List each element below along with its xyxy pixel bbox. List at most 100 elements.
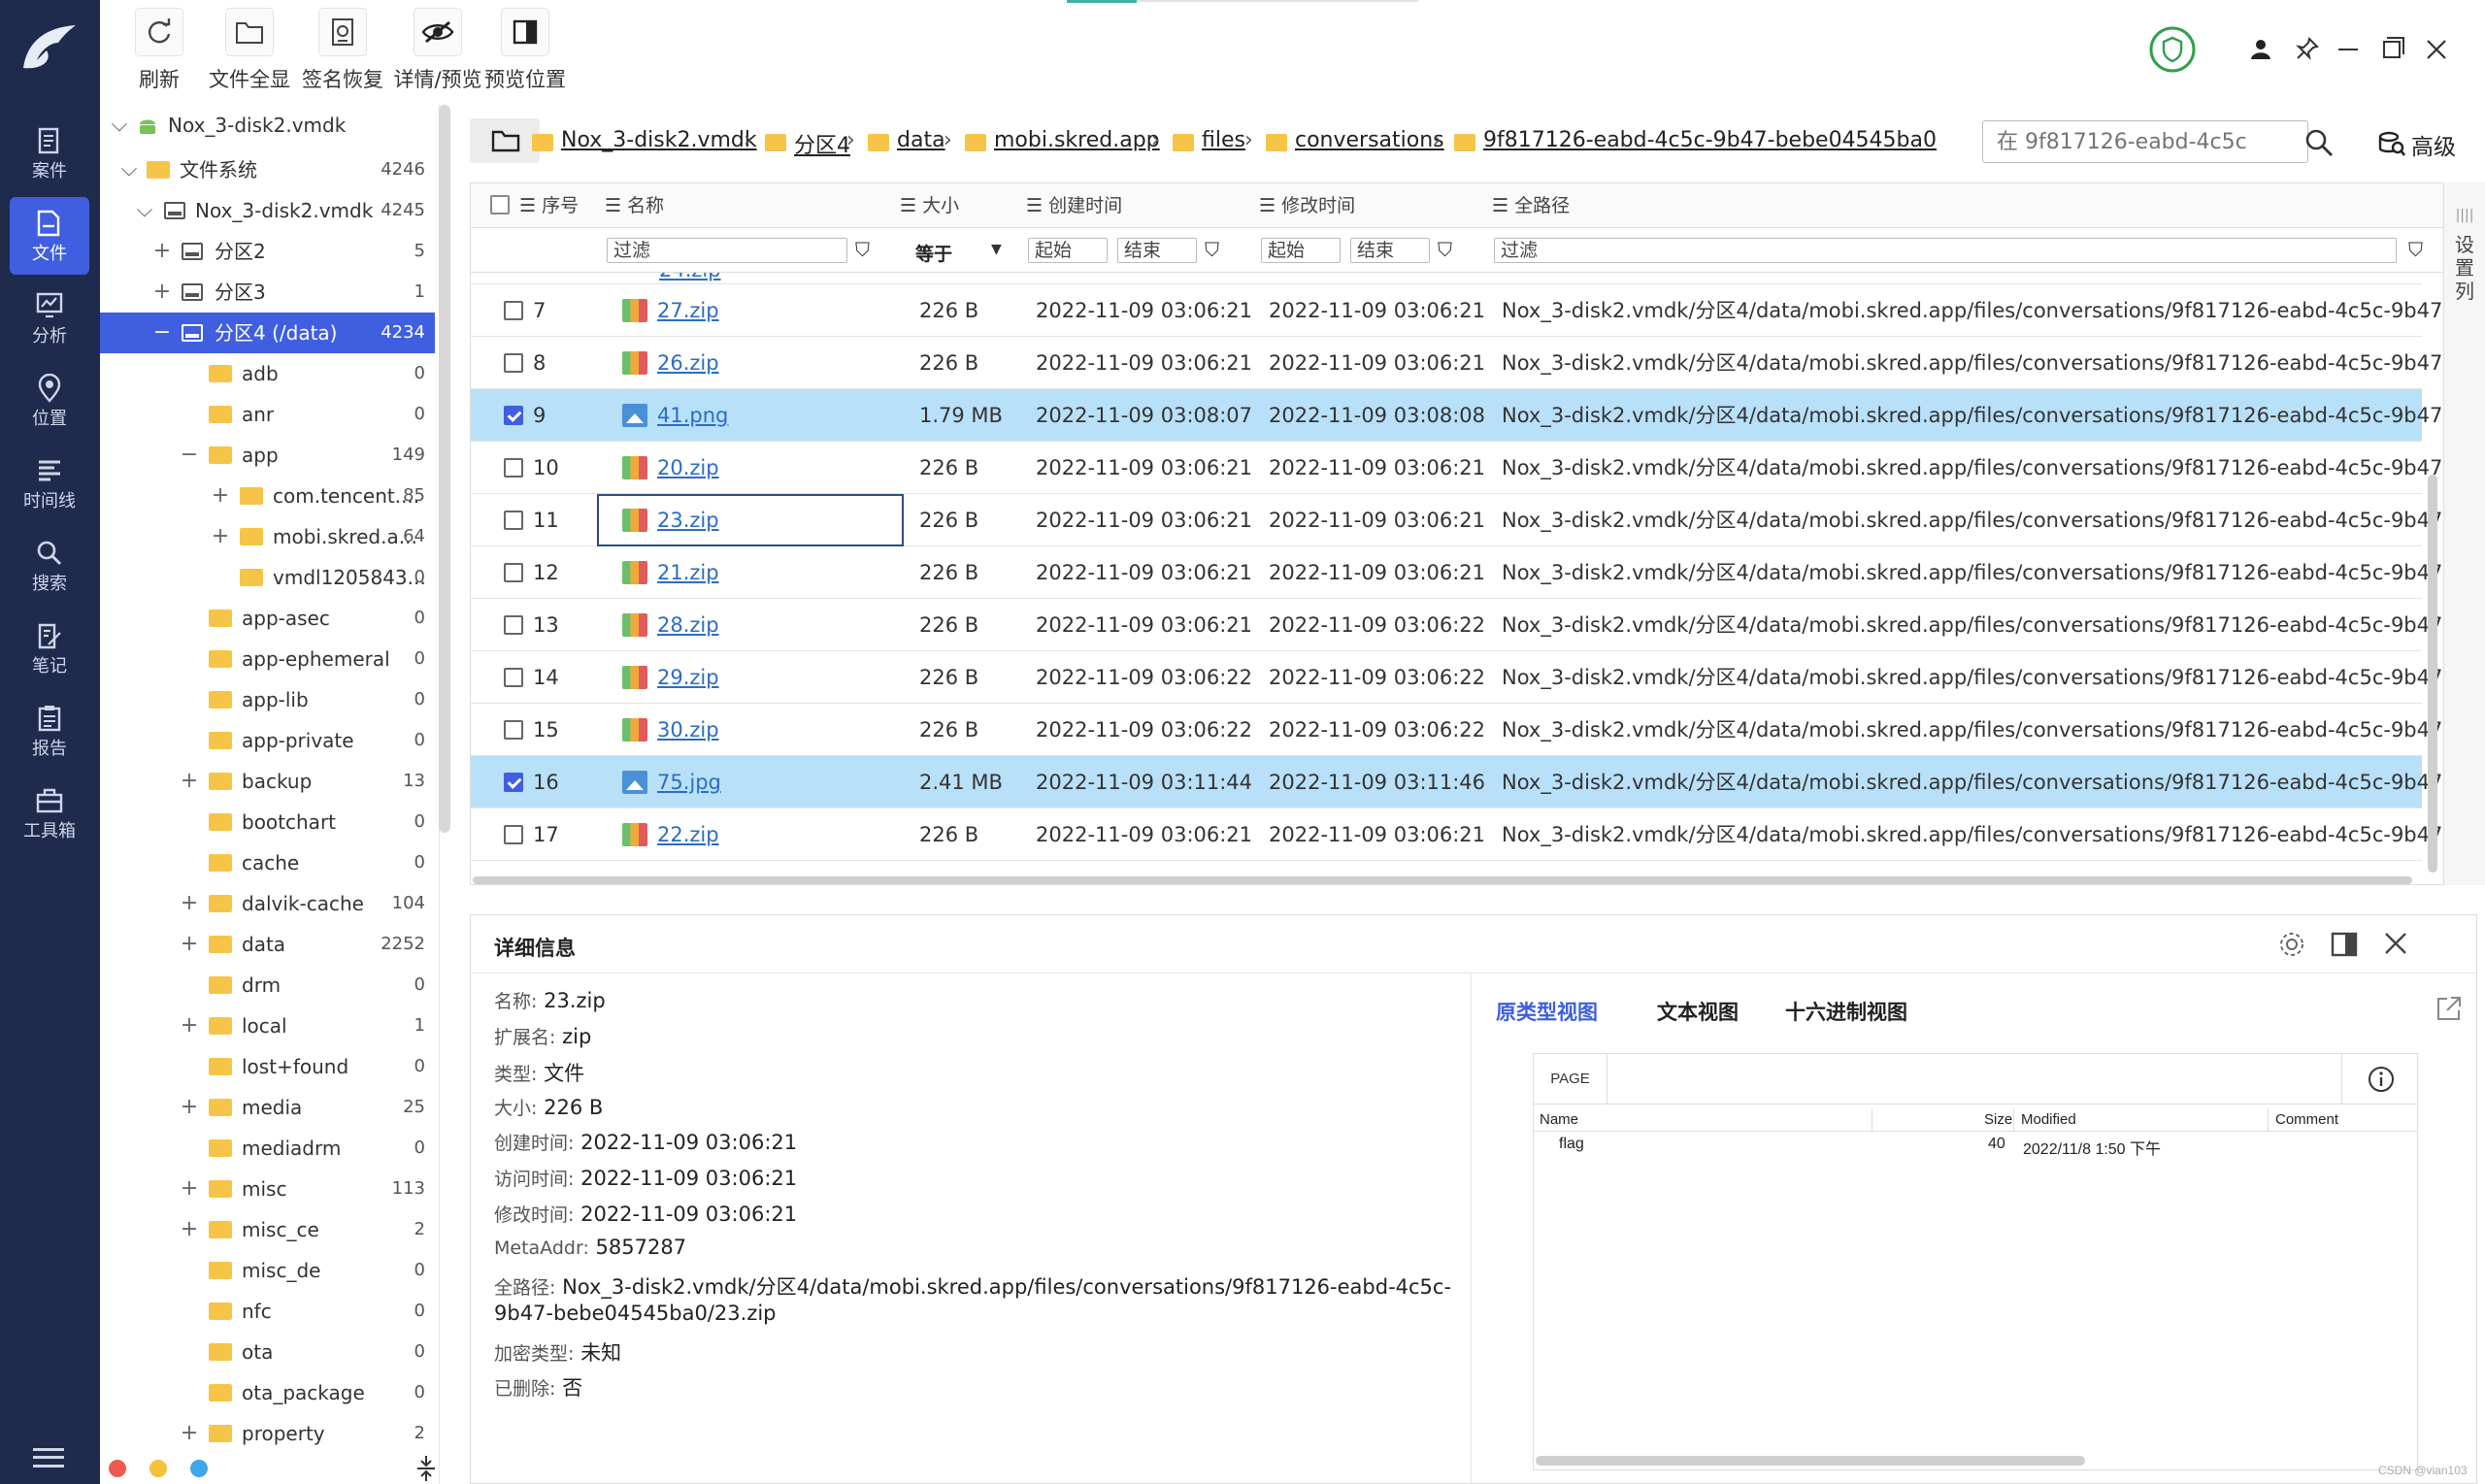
tree-folder[interactable]: adb 0 (100, 353, 435, 394)
filter-icon[interactable]: ⛉ (855, 238, 870, 261)
tree-folder[interactable]: + com.tencent.... 85 (100, 476, 435, 516)
expand-icon[interactable]: + (180, 883, 199, 924)
tree-folder[interactable]: nfc 0 (100, 1291, 435, 1332)
page-button[interactable]: PAGE (1534, 1054, 1607, 1105)
size-operator-select[interactable]: 等于 (915, 240, 952, 266)
expand-icon[interactable]: + (152, 272, 172, 313)
table-row[interactable]: 12 21.zip 226 B 2022-11-09 03:06:21 2022-11-… (471, 546, 2443, 599)
expand-icon[interactable]: + (180, 761, 199, 802)
expand-icon[interactable]: + (180, 1087, 199, 1128)
nav-item-case[interactable]: 案件 (10, 115, 89, 192)
header-modified[interactable]: ☰ 修改时间 (1259, 183, 1355, 228)
preview-scrollbar[interactable] (1536, 1456, 2085, 1466)
row-checkbox[interactable] (504, 563, 523, 582)
file-name[interactable]: 41.png (657, 389, 728, 442)
table-row[interactable]: 8 26.zip 226 B 2022-11-09 03:06:21 2022-11-0… (471, 337, 2443, 389)
filter-icon[interactable]: ⛉ (2408, 238, 2423, 261)
file-name[interactable]: 26.zip (657, 337, 719, 389)
tree-disk[interactable]: ⌵ Nox_3-disk2.vmdk 4245 (100, 190, 435, 231)
external-open-icon[interactable] (2435, 995, 2463, 1022)
search-icon[interactable] (2304, 128, 2334, 157)
tree-folder[interactable]: + misc 113 (100, 1169, 435, 1209)
expand-icon[interactable]: + (180, 1006, 199, 1046)
header-name[interactable]: ☰ 名称 (605, 183, 664, 228)
tree-folder[interactable]: + misc_ce 2 (100, 1209, 435, 1250)
row-checkbox[interactable] (504, 353, 523, 373)
nav-item-timeline[interactable]: 时间线 (10, 445, 89, 522)
close-panel-icon[interactable] (2383, 931, 2408, 956)
expand-icon[interactable]: + (152, 231, 172, 272)
row-checkbox[interactable] (504, 458, 523, 478)
user-icon[interactable] (2250, 39, 2271, 60)
breadcrumb-item[interactable]: 9f817126-eabd-4c5c-9b47-bebe04545ba0 (1483, 128, 1937, 152)
preview-row[interactable]: flag 40 2022/11/8 1:50 下午 (1534, 1134, 2417, 1158)
table-row[interactable]: 10 20.zip 226 B 2022-11-09 03:06:21 2022-11-… (471, 442, 2443, 494)
tree-folder[interactable]: ota_package 0 (100, 1372, 435, 1413)
signature-recover-button[interactable]: 签名恢复 (298, 8, 387, 97)
table-row[interactable]: 11 23.zip 226 B 2022-11-09 03:06:21 2022-11-… (471, 494, 2443, 546)
tree-folder[interactable]: app-asec 0 (100, 598, 435, 639)
breadcrumb-item[interactable]: files (1202, 128, 1245, 152)
header-size[interactable]: ☰ 大小 (900, 183, 959, 228)
search-input[interactable] (1982, 120, 2308, 163)
nav-item-report[interactable]: 报告 (10, 692, 89, 770)
file-name[interactable]: 20.zip (657, 442, 719, 494)
minimize-icon[interactable] (2338, 49, 2358, 50)
tree-folder[interactable]: app-private 0 (100, 720, 435, 761)
table-row[interactable]: 17 22.zip 226 B 2022-11-09 03:06:21 2022-11-… (471, 808, 2443, 861)
tree-partition[interactable]: + 分区3 1 (100, 272, 435, 313)
tree-folder[interactable]: cache 0 (100, 842, 435, 883)
row-checkbox[interactable] (504, 773, 523, 792)
table-row-partial[interactable]: 24.zip (471, 273, 2422, 284)
pin-icon[interactable] (2296, 37, 2319, 60)
open-folder-button[interactable] (470, 118, 540, 163)
nav-item-analysis[interactable]: 分析 (10, 280, 89, 357)
collapse-all-icon[interactable] (415, 1456, 437, 1481)
breadcrumb-item[interactable]: Nox_3-disk2.vmdk (561, 128, 757, 152)
tree-folder[interactable]: + data 2252 (100, 924, 435, 965)
table-row[interactable]: 7 27.zip 226 B 2022-11-09 03:06:21 2022-11-0… (471, 284, 2443, 337)
preview-col-size[interactable]: Size (1984, 1111, 2012, 1128)
close-window-icon[interactable] (2426, 39, 2447, 60)
file-name[interactable]: 23.zip (657, 494, 719, 546)
tree-root[interactable]: ⌵ Nox_3-disk2.vmdk (100, 105, 435, 146)
created-start-input[interactable]: 起始 (1028, 238, 1108, 263)
tree-folder[interactable]: + dalvik-cache 104 (100, 883, 435, 924)
expand-icon[interactable]: + (180, 1209, 199, 1250)
chevron-down-icon[interactable]: ▼ (991, 242, 1002, 257)
gear-icon[interactable] (2278, 931, 2305, 958)
layout-split-icon[interactable] (2331, 931, 2358, 958)
file-name[interactable]: 22.zip (657, 808, 719, 861)
select-all-checkbox[interactable] (490, 195, 510, 214)
view-tab[interactable]: 文本视图 (1657, 997, 1739, 1026)
path-filter-input[interactable]: 过滤 (1494, 238, 2397, 263)
info-button[interactable] (2341, 1054, 2419, 1105)
file-name[interactable]: 30.zip (657, 704, 719, 756)
nav-item-file[interactable]: 文件 (10, 197, 89, 275)
tree-folder[interactable]: − app 149 (100, 435, 435, 476)
header-created[interactable]: ☰ 创建时间 (1026, 183, 1122, 228)
tree-folder[interactable]: mediadrm 0 (100, 1128, 435, 1169)
filter-icon[interactable]: ⛉ (1438, 238, 1452, 261)
header-fullpath[interactable]: ☰ 全路径 (1492, 183, 1570, 228)
tree-folder[interactable]: bootchart 0 (100, 802, 435, 842)
collapse-icon[interactable]: ⌵ (135, 190, 154, 231)
table-row[interactable]: 16 75.jpg 2.41 MB 2022-11-09 03:11:44 2022-1… (471, 756, 2443, 808)
tree-folder[interactable]: + media 25 (100, 1087, 435, 1128)
view-tab[interactable]: 十六进制视图 (1785, 997, 1907, 1026)
preview-col-comment[interactable]: Comment (2275, 1111, 2338, 1128)
filter-icon[interactable]: ⛉ (1205, 238, 1219, 261)
file-name[interactable]: 75.jpg (657, 756, 721, 808)
row-checkbox[interactable] (504, 825, 523, 844)
breadcrumb-item[interactable]: 分区4 (794, 128, 850, 159)
name-filter-input[interactable]: 过滤 (607, 238, 847, 263)
table-row[interactable]: 15 30.zip 226 B 2022-11-09 03:06:22 2022-11-… (471, 704, 2443, 756)
collapse-icon[interactable]: − (152, 313, 172, 353)
nav-item-toolbox[interactable]: 工具箱 (10, 775, 89, 852)
expand-icon[interactable]: + (180, 1413, 199, 1454)
table-row[interactable]: 9 41.png 1.79 MB 2022-11-09 03:08:07 2022-11… (471, 389, 2443, 442)
tree-folder[interactable]: anr 0 (100, 394, 435, 435)
column-settings-rail[interactable]: |||| 设 置 列 (2444, 182, 2485, 885)
expand-icon[interactable]: + (180, 924, 199, 965)
nav-item-location[interactable]: 位置 (10, 362, 89, 440)
